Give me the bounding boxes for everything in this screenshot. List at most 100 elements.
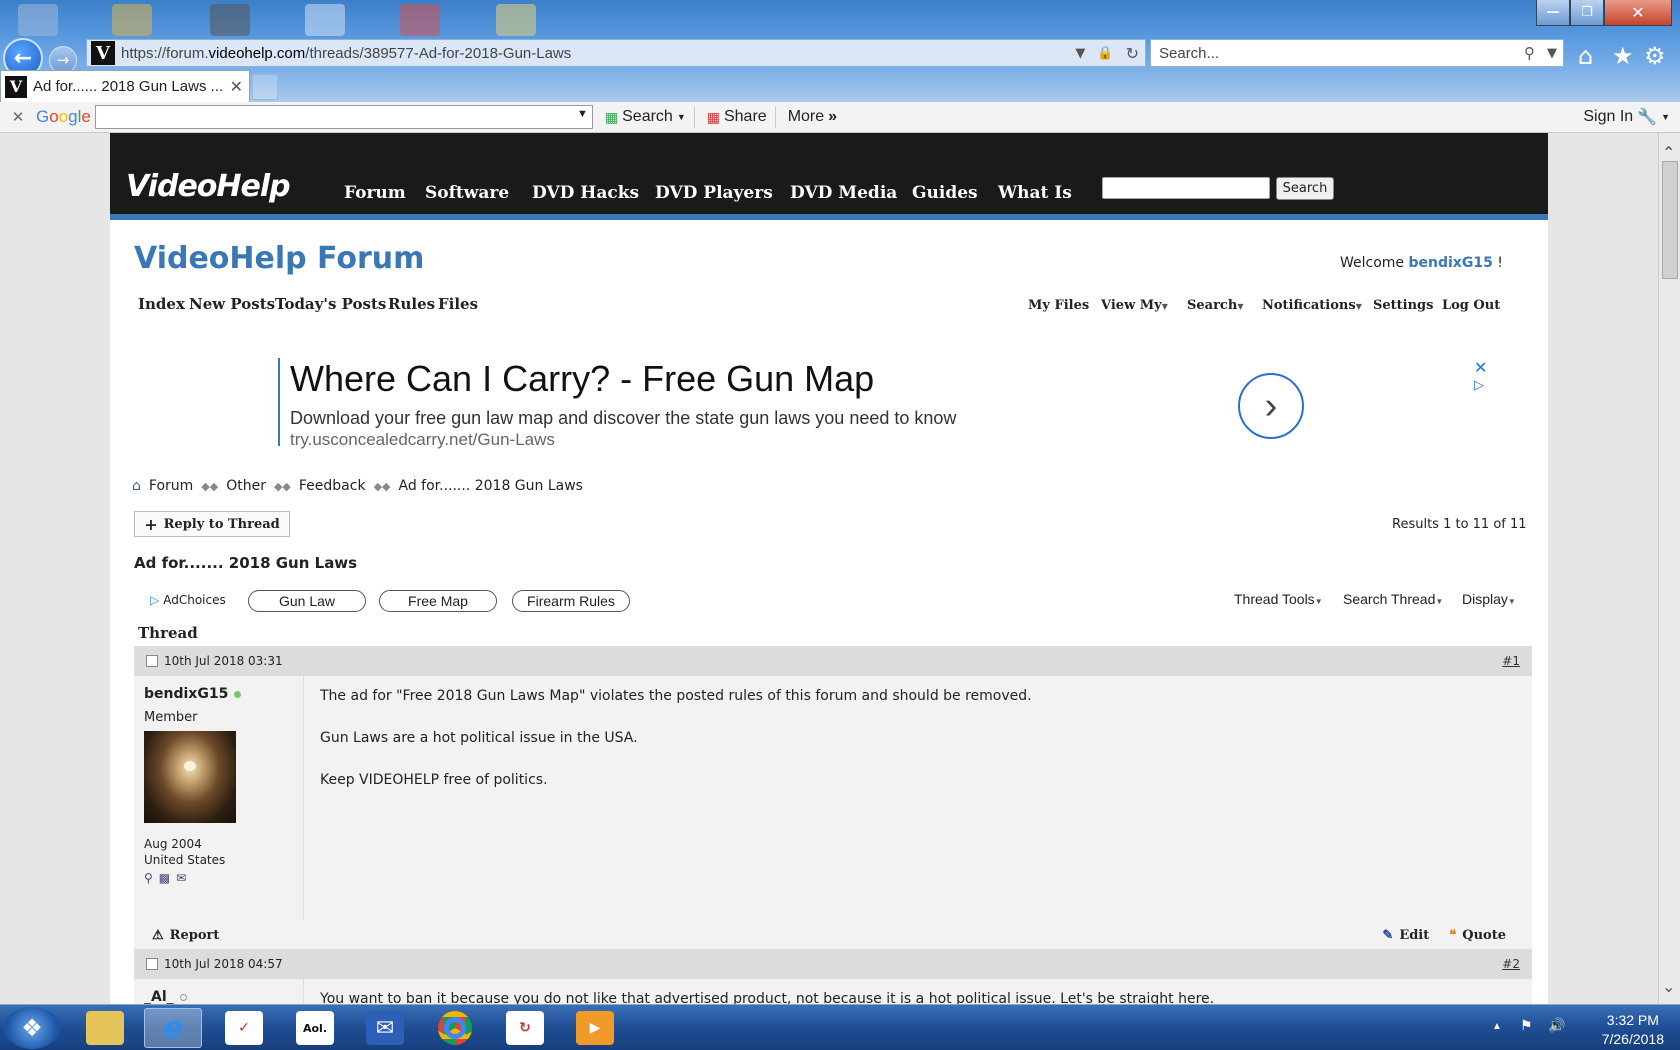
scrollbar-thumb[interactable] bbox=[1662, 161, 1678, 279]
reply-to-thread-button[interactable]: + Reply to Thread bbox=[134, 511, 290, 537]
mail-icon[interactable]: ✉ bbox=[176, 871, 186, 885]
adchoices-triangle-icon[interactable]: ▷ bbox=[1474, 378, 1484, 393]
nav-view-my[interactable]: View My▼ bbox=[1101, 298, 1168, 313]
ad-close-icon[interactable]: ✕ bbox=[1474, 358, 1487, 377]
google-search-input[interactable]: ▼ bbox=[94, 105, 593, 129]
post-username[interactable]: _Al_ bbox=[144, 989, 293, 1004]
flag-icon[interactable]: ⚑ bbox=[1520, 1017, 1533, 1034]
post-number-link[interactable]: #1 bbox=[1502, 654, 1520, 668]
ad-headline[interactable]: Where Can I Carry? - Free Gun Map bbox=[290, 358, 874, 400]
url-text[interactable]: https://forum.videohelp.com/threads/3895… bbox=[121, 45, 1069, 62]
taskbar-app[interactable]: ↻ bbox=[496, 1008, 554, 1048]
taskbar-internet-explorer[interactable]: e bbox=[144, 1008, 202, 1048]
post-select-checkbox[interactable] bbox=[146, 655, 158, 667]
adchoices-link[interactable]: ▷ AdChoices bbox=[150, 593, 226, 607]
nav-my-files[interactable]: My Files bbox=[1028, 298, 1089, 313]
taskbar-media-player[interactable]: ▶ bbox=[566, 1008, 624, 1048]
browser-search-box[interactable]: Search... ⚲ ▼ bbox=[1150, 39, 1564, 67]
breadcrumb-feedback[interactable]: Feedback bbox=[299, 478, 366, 494]
nav-log-out[interactable]: Log Out bbox=[1442, 298, 1500, 313]
tab-title[interactable]: Ad for...... 2018 Gun Laws ... bbox=[33, 78, 230, 95]
breadcrumb-forum[interactable]: Forum bbox=[149, 478, 193, 494]
home-icon[interactable]: ⌂ bbox=[1578, 42, 1593, 70]
nav-new-posts[interactable]: New Posts bbox=[189, 295, 275, 313]
advertisement[interactable]: Where Can I Carry? - Free Gun Map Downlo… bbox=[278, 358, 1508, 450]
post-username[interactable]: bendixG15 bbox=[144, 686, 293, 702]
close-toolbar-icon[interactable]: ✕ bbox=[0, 108, 36, 126]
search-posts-icon[interactable]: ⚲ bbox=[144, 871, 153, 885]
scroll-up-icon[interactable]: ⌃ bbox=[1662, 143, 1675, 162]
address-bar[interactable]: V https://forum.videohelp.com/threads/38… bbox=[86, 39, 1146, 67]
videohelp-logo[interactable]: VideoHelp bbox=[126, 169, 291, 204]
nav-dvd-hacks[interactable]: DVD Hacks bbox=[532, 183, 639, 203]
welcome-username-link[interactable]: bendixG15 bbox=[1409, 255, 1493, 271]
ad-pill-free-map[interactable]: Free Map bbox=[379, 590, 497, 612]
post-select-checkbox[interactable] bbox=[146, 958, 158, 970]
nav-dvd-media[interactable]: DVD Media bbox=[790, 183, 897, 203]
lock-icon[interactable]: 🔒 bbox=[1097, 46, 1113, 61]
post-user-info: _Al_ bbox=[134, 979, 304, 1004]
start-button[interactable]: ❖ bbox=[4, 1007, 60, 1049]
search-thread-menu[interactable]: Search Thread▼ bbox=[1343, 591, 1443, 607]
user-action-icons: ⚲ ▩ ✉ bbox=[144, 871, 293, 885]
nav-files[interactable]: Files bbox=[438, 295, 478, 313]
site-search-button[interactable]: Search bbox=[1276, 177, 1334, 200]
dropdown-arrow-icon[interactable]: ▼ bbox=[1547, 46, 1557, 61]
search-placeholder[interactable]: Search... bbox=[1159, 45, 1518, 62]
thread-tools-menu[interactable]: Thread Tools▼ bbox=[1234, 591, 1323, 607]
taskbar-aol[interactable]: Aol. bbox=[286, 1008, 344, 1048]
taskbar-file-explorer[interactable] bbox=[76, 1008, 134, 1048]
google-search-button[interactable]: ▦ Search ▼ bbox=[605, 108, 686, 126]
files-icon[interactable]: ▩ bbox=[159, 871, 170, 885]
ad-description[interactable]: Download your free gun law map and disco… bbox=[290, 408, 956, 429]
nav-forum[interactable]: Forum bbox=[344, 183, 406, 203]
nav-rules[interactable]: Rules bbox=[388, 295, 435, 313]
breadcrumb-other[interactable]: Other bbox=[226, 478, 266, 494]
ad-pill-gun-law[interactable]: Gun Law bbox=[248, 590, 366, 612]
nav-search[interactable]: Search▼ bbox=[1187, 298, 1243, 313]
nav-index[interactable]: Index bbox=[138, 295, 185, 313]
avatar[interactable] bbox=[144, 731, 236, 823]
dropdown-arrow-icon[interactable]: ▼ bbox=[577, 108, 588, 120]
share-button[interactable]: ▦ Share bbox=[707, 108, 767, 126]
dropdown-arrow-icon[interactable]: ▼ bbox=[1075, 46, 1085, 61]
report-button[interactable]: ⚠ Report bbox=[152, 928, 219, 943]
taskbar-app[interactable]: ✓ bbox=[215, 1008, 273, 1048]
nav-software[interactable]: Software bbox=[425, 183, 509, 203]
post-number-link[interactable]: #2 bbox=[1502, 957, 1520, 971]
new-tab-button[interactable] bbox=[252, 74, 278, 100]
nav-dvd-players[interactable]: DVD Players bbox=[655, 183, 773, 203]
minimize-button[interactable]: — bbox=[1536, 0, 1570, 26]
nav-todays-posts[interactable]: Today's Posts bbox=[275, 295, 386, 313]
display-menu[interactable]: Display▼ bbox=[1462, 591, 1516, 607]
refresh-icon[interactable]: ↻ bbox=[1126, 44, 1139, 63]
close-window-button[interactable]: ✕ bbox=[1604, 0, 1672, 26]
vertical-scrollbar[interactable]: ⌃ ⌄ bbox=[1658, 133, 1680, 1004]
quote-button[interactable]: ❝ Quote bbox=[1449, 928, 1506, 943]
sign-in-button[interactable]: Sign In 🔧 ▼ bbox=[1583, 107, 1670, 127]
maximize-button[interactable]: ❐ bbox=[1570, 0, 1604, 26]
volume-icon[interactable]: 🔊 bbox=[1548, 1017, 1565, 1034]
scroll-down-icon[interactable]: ⌄ bbox=[1662, 977, 1675, 996]
show-hidden-icons[interactable]: ▲ bbox=[1492, 1021, 1502, 1032]
nav-settings[interactable]: Settings bbox=[1373, 298, 1433, 313]
favorites-star-icon[interactable]: ★ bbox=[1612, 42, 1634, 70]
ad-pill-firearm-rules[interactable]: Firearm Rules bbox=[512, 590, 630, 612]
settings-gear-icon[interactable]: ⚙ bbox=[1644, 42, 1666, 70]
nav-guides[interactable]: Guides bbox=[912, 183, 978, 203]
ad-open-button[interactable]: › bbox=[1238, 373, 1304, 439]
nav-what-is[interactable]: What Is bbox=[998, 183, 1072, 203]
ad-url[interactable]: try.usconcealedcarry.net/Gun-Laws bbox=[290, 430, 555, 450]
forum-title[interactable]: VideoHelp Forum bbox=[134, 241, 424, 276]
nav-notifications[interactable]: Notifications▼ bbox=[1262, 298, 1362, 313]
taskbar-mail[interactable]: ✉ bbox=[356, 1008, 414, 1048]
taskbar-chrome[interactable] bbox=[426, 1008, 484, 1048]
tab-active[interactable]: V Ad for...... 2018 Gun Laws ... ✕ bbox=[0, 70, 250, 102]
more-button[interactable]: More » bbox=[788, 108, 837, 126]
search-icon[interactable]: ⚲ bbox=[1524, 44, 1535, 62]
site-search-input[interactable] bbox=[1102, 177, 1270, 199]
edit-button[interactable]: ✎ Edit bbox=[1382, 928, 1429, 943]
home-icon[interactable]: ⌂ bbox=[132, 478, 141, 494]
clock[interactable]: 3:32 PM 7/26/2018 bbox=[1602, 1011, 1664, 1049]
tab-close-icon[interactable]: ✕ bbox=[230, 77, 243, 96]
